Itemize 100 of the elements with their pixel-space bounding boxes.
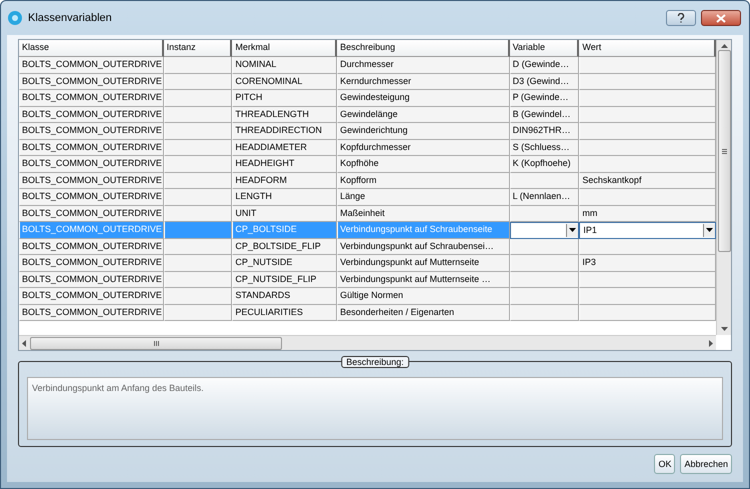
class-cell: BOLTS_COMMON_OUTERDRIVE (19, 57, 164, 74)
feature-cell: HEADHEIGHT (232, 156, 338, 172)
value-cell: mm (579, 206, 716, 222)
variable-cell: D3 (Gewind… (510, 74, 580, 90)
description-cell: Maßeinheit (337, 206, 510, 222)
instance-cell (164, 172, 232, 189)
feature-cell: CORENOMINAL (232, 74, 338, 90)
variable-cell: L (Nennlaen… (510, 189, 580, 206)
feature-cell: LENGTH (232, 189, 338, 206)
column-header[interactable]: Beschreibung (337, 40, 510, 57)
instance-cell (164, 74, 232, 90)
down-arrow-icon (720, 327, 728, 331)
instance-cell (164, 222, 232, 238)
class-cell: BOLTS_COMMON_OUTERDRIVE (19, 90, 164, 106)
variable-cell (510, 304, 580, 321)
description-cell: Gewindesteigung (337, 90, 510, 106)
variable-cell (510, 238, 580, 255)
description-cell: Gewinderichtung (337, 123, 510, 140)
instance-cell (164, 90, 232, 106)
description-cell: Besonderheiten / Eigenarten (337, 304, 510, 321)
scroll-thumb[interactable] (718, 50, 730, 252)
description-cell: Kopfdurchmesser (337, 140, 510, 156)
feature-cell: PECULIARITIES (232, 304, 338, 321)
caret-icon (569, 228, 576, 232)
column-header[interactable]: Wert (579, 40, 716, 57)
class-cell: BOLTS_COMMON_OUTERDRIVE (19, 288, 164, 304)
class-cell: BOLTS_COMMON_OUTERDRIVE (19, 189, 164, 206)
variable-cell (510, 172, 580, 189)
class-cell: BOLTS_COMMON_OUTERDRIVE (19, 172, 164, 189)
class-cell: BOLTS_COMMON_OUTERDRIVE (19, 272, 164, 288)
variable-cell: B (Gewindel… (510, 106, 580, 123)
variable-cell: DIN962THR… (510, 123, 580, 140)
feature-cell: NOMINAL (232, 57, 338, 74)
feature-cell: CP_BOLTSIDE_FLIP (232, 238, 338, 255)
description-cell: Verbindungspunkt auf Schraubensei… (337, 238, 510, 255)
description-cell: Länge (337, 189, 510, 206)
class-cell: BOLTS_COMMON_OUTERDRIVE (19, 106, 164, 123)
column-header[interactable]: Merkmal (232, 40, 338, 57)
variable-cell (510, 255, 580, 272)
description-text: Verbindungspunkt am Anfang des Bauteils. (27, 377, 723, 440)
column-header[interactable]: Variable (510, 40, 580, 57)
feature-cell: THREADLENGTH (232, 106, 338, 123)
description-cell: Kerndurchmesser (337, 74, 510, 90)
instance-cell (164, 238, 232, 255)
dropdown-field[interactable]: IP1 (579, 222, 716, 238)
help-button[interactable] (666, 10, 696, 26)
window-title: Klassenvariablen (28, 12, 113, 24)
instance-cell (164, 189, 232, 206)
feature-cell: STANDARDS (232, 288, 338, 304)
app-icon (7, 10, 23, 26)
description-cell: Gewindelänge (337, 106, 510, 123)
variable-cell (510, 272, 580, 288)
description-cell: Kopfhöhe (337, 156, 510, 172)
value-cell: Sechskantkopf (579, 172, 716, 189)
horizontal-scrollbar[interactable] (19, 335, 716, 350)
column-header[interactable]: Klasse (19, 40, 164, 57)
value-cell: IP3 (579, 255, 716, 272)
up-arrow-icon (720, 44, 728, 48)
feature-cell: UNIT (232, 206, 338, 222)
vertical-scrollbar[interactable] (716, 40, 731, 335)
instance-cell (164, 140, 232, 156)
instance-cell (164, 304, 232, 321)
class-cell: BOLTS_COMMON_OUTERDRIVE (19, 206, 164, 222)
dropdown-field[interactable] (510, 222, 580, 238)
feature-cell: CP_NUTSIDE (232, 255, 338, 272)
description-cell: Verbindungspunkt auf Mutternseite (337, 255, 510, 272)
class-cell: BOLTS_COMMON_OUTERDRIVE (19, 304, 164, 321)
instance-cell (164, 288, 232, 304)
description-cell: Gültige Normen (337, 288, 510, 304)
ok-button[interactable]: OK (654, 454, 676, 474)
column-header[interactable]: Instanz (164, 40, 232, 57)
caret-icon (706, 228, 713, 232)
variable-cell (510, 288, 580, 304)
feature-cell: HEADDIAMETER (232, 140, 338, 156)
variable-cell (510, 206, 580, 222)
instance-cell (164, 206, 232, 222)
class-cell: BOLTS_COMMON_OUTERDRIVE (19, 255, 164, 272)
feature-cell: PITCH (232, 90, 338, 106)
instance-cell (164, 57, 232, 74)
class-cell: BOLTS_COMMON_OUTERDRIVE (19, 74, 164, 90)
feature-cell: HEADFORM (232, 172, 338, 189)
close-icon (716, 14, 726, 22)
class-cell: BOLTS_COMMON_OUTERDRIVE (19, 238, 164, 255)
instance-cell (164, 123, 232, 140)
instance-cell (164, 106, 232, 123)
variable-cell: K (Kopfhoehe) (510, 156, 580, 172)
cancel-button[interactable]: Abbrechen (680, 454, 732, 474)
class-cell: BOLTS_COMMON_OUTERDRIVE (19, 123, 164, 140)
instance-cell (164, 272, 232, 288)
scroll-thumb[interactable] (30, 336, 282, 350)
class-cell: BOLTS_COMMON_OUTERDRIVE (19, 140, 164, 156)
help-icon (677, 13, 685, 23)
close-button[interactable] (701, 10, 741, 26)
class-cell: BOLTS_COMMON_OUTERDRIVE (19, 156, 164, 172)
feature-cell: CP_NUTSIDE_FLIP (232, 272, 338, 288)
feature-cell: CP_BOLTSIDE (232, 222, 338, 238)
left-arrow-icon (22, 340, 26, 346)
instance-cell (164, 156, 232, 172)
description-cell: Verbindungspunkt auf Schraubenseite (337, 222, 510, 238)
description-cell: Kopfform (337, 172, 510, 189)
